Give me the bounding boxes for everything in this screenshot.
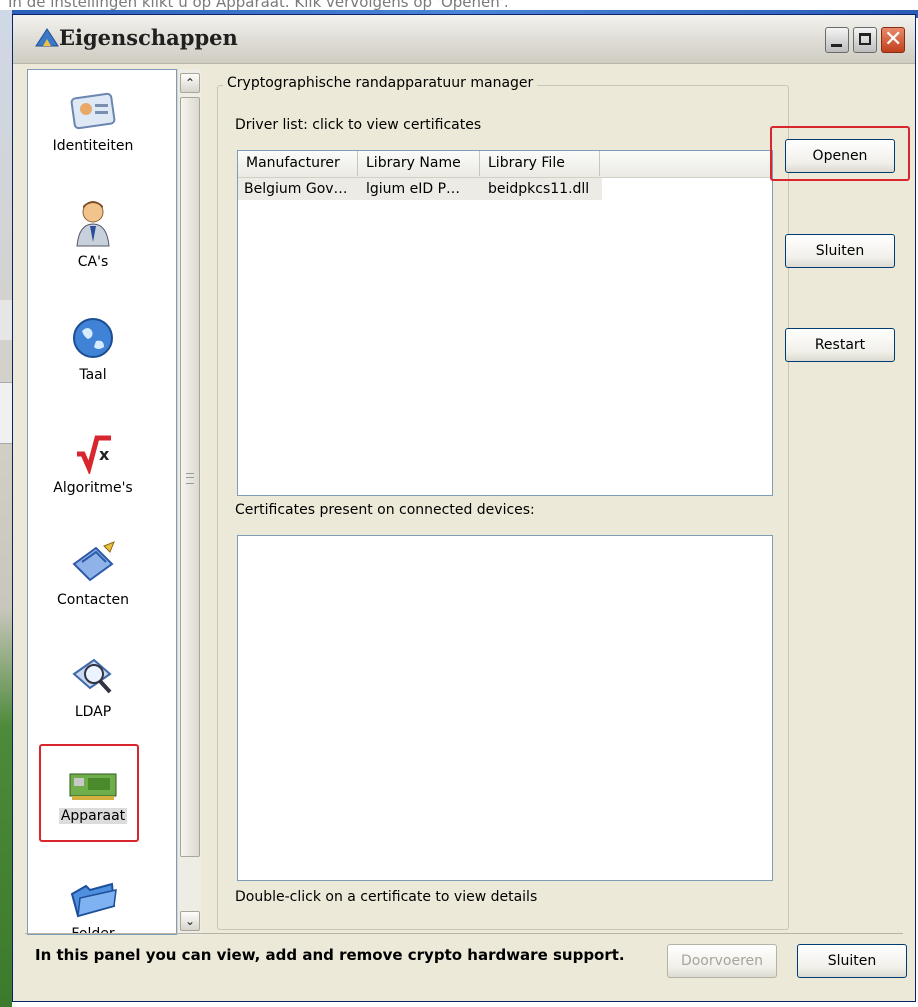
cell-manufacturer: Belgium Gov… bbox=[244, 181, 348, 197]
driver-list-header: Manufacturer Library Name Library File bbox=[238, 151, 772, 178]
scroll-down-button[interactable]: ⌄ bbox=[180, 911, 200, 931]
sidebar-item-taal[interactable]: Taal bbox=[28, 315, 158, 383]
folder-icon bbox=[70, 882, 117, 918]
sidebar-item-label: CA's bbox=[77, 254, 109, 270]
sidebar-item-ldap[interactable]: LDAP bbox=[28, 652, 158, 720]
sidebar-item-label: LDAP bbox=[74, 704, 112, 720]
certificates-list[interactable] bbox=[237, 535, 773, 881]
scroll-thumb[interactable] bbox=[180, 97, 200, 857]
apply-button[interactable]: Doorvoeren bbox=[667, 944, 777, 978]
minimize-icon bbox=[831, 44, 842, 47]
background-window-edge bbox=[0, 300, 12, 340]
id-card-icon bbox=[70, 92, 116, 130]
certificate-hint: Double-click on a certificate to view de… bbox=[235, 889, 538, 905]
sidebar-item-folder[interactable]: Folder bbox=[28, 880, 158, 934]
window-title: Eigenschappen bbox=[59, 25, 238, 50]
close-driver-button[interactable]: Sluiten bbox=[785, 234, 895, 268]
ldap-search-icon bbox=[72, 658, 112, 694]
apparaat-highlight-box bbox=[39, 744, 139, 842]
app-icon bbox=[35, 28, 59, 47]
restart-button[interactable]: Restart bbox=[785, 328, 895, 362]
svg-text:x: x bbox=[99, 445, 110, 464]
maximize-button[interactable] bbox=[853, 27, 877, 53]
person-icon bbox=[76, 201, 110, 247]
grip-icon bbox=[186, 473, 194, 484]
root-symbol-icon: x bbox=[77, 435, 111, 474]
sidebar-item-label: Contacten bbox=[57, 592, 129, 608]
sidebar-item-contacten[interactable]: Contacten bbox=[28, 540, 158, 608]
background-window-edge-2 bbox=[0, 382, 12, 444]
cell-library-name: lgium eID P… bbox=[366, 181, 461, 197]
column-library-name[interactable]: Library Name bbox=[358, 151, 480, 176]
column-library-file[interactable]: Library File bbox=[480, 151, 600, 176]
scroll-up-button[interactable]: ⌃ bbox=[180, 73, 200, 93]
sidebar-item-label: Identiteiten bbox=[52, 138, 134, 154]
sidebar-item-cas[interactable]: CA's bbox=[28, 198, 158, 270]
column-manufacturer[interactable]: Manufacturer bbox=[238, 151, 358, 176]
sidebar-item-label: Taal bbox=[79, 367, 107, 383]
category-scrollbar[interactable]: ⌃ ⌄ bbox=[177, 69, 201, 935]
maximize-icon bbox=[859, 33, 871, 45]
footer-description: In this panel you can view, add and remo… bbox=[35, 946, 625, 964]
driver-list[interactable]: Manufacturer Library Name Library File B… bbox=[237, 150, 773, 496]
desktop-background-left bbox=[0, 10, 12, 1007]
footer-close-button[interactable]: Sluiten bbox=[797, 944, 907, 978]
close-icon: ✕ bbox=[884, 27, 903, 52]
minimize-button[interactable] bbox=[825, 27, 849, 53]
globe-icon bbox=[73, 318, 113, 358]
chevron-up-icon: ⌃ bbox=[184, 76, 196, 90]
group-title: Cryptographische randapparatuur manager bbox=[223, 75, 538, 91]
sidebar-item-identiteiten[interactable]: Identiteiten bbox=[28, 90, 158, 154]
open-button[interactable]: Openen bbox=[785, 139, 895, 173]
close-button[interactable]: ✕ bbox=[881, 27, 905, 53]
driver-list-label: Driver list: click to view certificates bbox=[235, 117, 482, 133]
sidebar-item-algoritmes[interactable]: x Algoritme's bbox=[28, 430, 158, 496]
title-bar[interactable]: Eigenschappen ✕ bbox=[13, 15, 915, 64]
chevron-down-icon: ⌄ bbox=[184, 914, 196, 928]
footer-bar: In this panel you can view, add and remo… bbox=[25, 933, 907, 994]
table-row[interactable]: Belgium Gov… lgium eID P… beidpkcs11.dll bbox=[238, 178, 602, 200]
properties-window: Eigenschappen ✕ Identiteiten CA's Taal x… bbox=[12, 14, 916, 1002]
sidebar-item-label: Algoritme's bbox=[53, 480, 133, 496]
contacts-icon bbox=[72, 541, 115, 582]
cell-library-file: beidpkcs11.dll bbox=[488, 181, 590, 197]
certificates-label: Certificates present on connected device… bbox=[235, 502, 535, 518]
